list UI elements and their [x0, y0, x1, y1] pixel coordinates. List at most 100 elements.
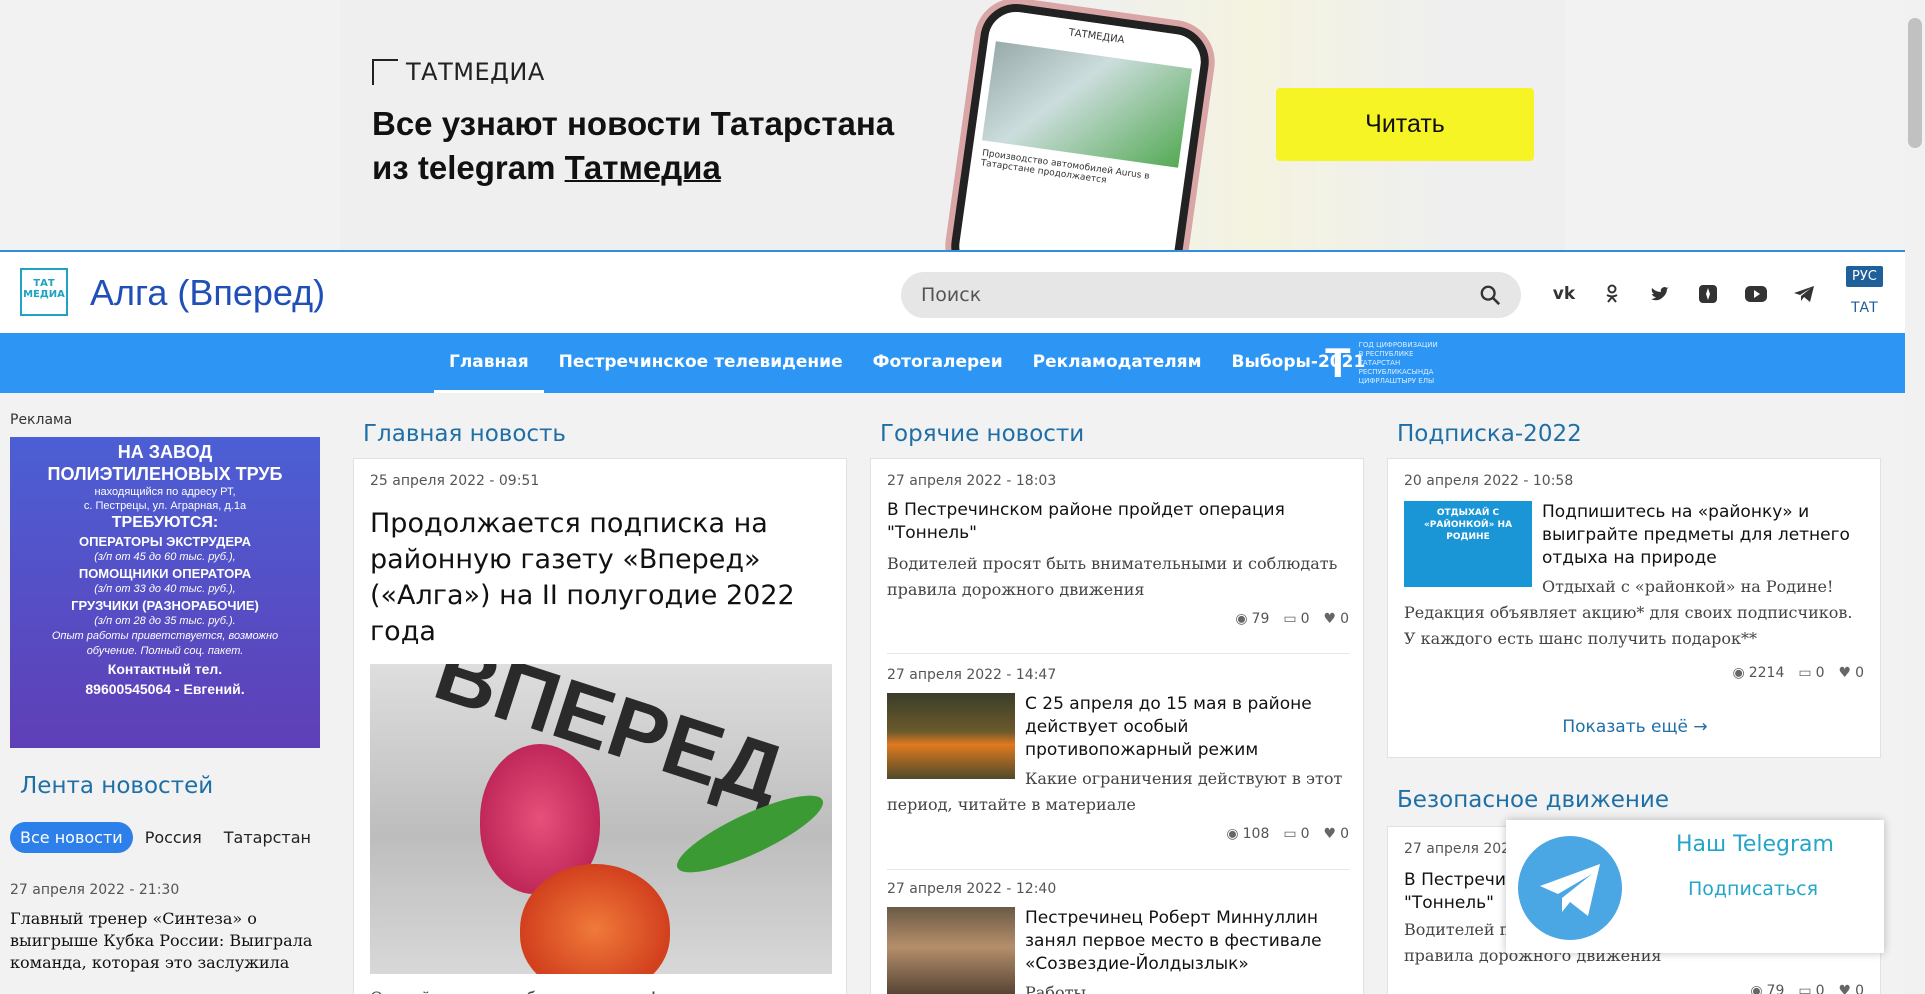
search-input[interactable]: [921, 284, 1479, 306]
read-button[interactable]: Читать: [1276, 88, 1534, 161]
show-more-button[interactable]: Показать ещё →: [1388, 717, 1880, 737]
telegram-icon[interactable]: [1792, 282, 1816, 306]
telegram-ad-banner[interactable]: ТАТМЕДИА Все узнают новости Татарстана и…: [340, 0, 1565, 250]
ad-line: (з/п от 45 до 60 тыс. руб.),: [94, 551, 236, 563]
badge-letter: T: [1325, 339, 1351, 386]
main-news-heading[interactable]: Главная новость: [363, 421, 566, 447]
ad-line: 89600545064 - Евгений.: [85, 681, 245, 697]
lang-tat-button[interactable]: ТАТ: [1851, 300, 1878, 316]
likes-count: 0: [1855, 665, 1864, 681]
likes-count: 0: [1340, 611, 1349, 627]
feed-item-title[interactable]: Главный тренер «Синтеза» о выигрыше Кубк…: [10, 908, 320, 974]
telegram-popup[interactable]: Наш Telegram Подписаться: [1506, 820, 1884, 953]
search-bar: [901, 272, 1521, 318]
telegram-popup-title: Наш Telegram: [1676, 832, 1834, 857]
ad-line: НА ЗАВОД: [117, 442, 213, 462]
hot-news-date: 27 апреля 2022 - 18:03: [887, 473, 1057, 489]
ad-line: (з/п от 28 до 35 тыс. руб.).: [94, 615, 236, 627]
social-links: vk: [1552, 282, 1816, 306]
list-item: ОТДЫХАЙ С «РАЙОНКОЙ» НА РОДИНЕ Подпишите…: [1404, 501, 1866, 652]
nav-item-advertisers[interactable]: Рекламодателям: [1018, 333, 1217, 393]
telegram-subscribe-button[interactable]: Подписаться: [1688, 878, 1818, 900]
ad-line: ПОЛИЭТИЛЕНОВЫХ ТРУБ: [47, 464, 283, 484]
news-feed-title[interactable]: Лента новостей: [20, 773, 213, 799]
subscription-heading[interactable]: Подписка-2022: [1397, 421, 1582, 447]
hot-news-stats: ◉ 108 ▭ 0 ♥ 0: [887, 826, 1349, 842]
award-thumbnail[interactable]: [887, 907, 1015, 994]
telegram-logo-icon: [1518, 836, 1622, 940]
eye-icon: ◉: [1226, 826, 1239, 842]
eye-icon: ◉: [1732, 665, 1745, 681]
heart-icon[interactable]: ♥: [1324, 826, 1337, 842]
heart-icon[interactable]: ♥: [1839, 983, 1852, 994]
scrollbar[interactable]: [1905, 0, 1925, 994]
list-item: 27 апреля 2022 - 12:40 Пестречинец Робер…: [887, 881, 1349, 994]
tab-all-news[interactable]: Все новости: [10, 822, 133, 853]
likes-count: 0: [1855, 983, 1864, 994]
job-ad[interactable]: НА ЗАВОД ПОЛИЭТИЛЕНОВЫХ ТРУБ находящийся…: [10, 437, 320, 748]
search-icon[interactable]: [1479, 284, 1501, 306]
hot-news-title[interactable]: В Пестречинском районе пройдет операция …: [887, 499, 1349, 545]
news-feed-tabs: Все новости Россия Татарстан: [10, 822, 321, 853]
site-header: ТАТ МЕДИА Алга (Вперед) vk РУС ТА: [0, 250, 1905, 333]
comments-count: 0: [1300, 826, 1310, 842]
twitter-icon[interactable]: [1648, 282, 1672, 306]
feed-item-date: 27 апреля 2022 - 21:30: [10, 882, 180, 898]
comments-count: 0: [1815, 983, 1825, 994]
banner-headline-link: Татмедиа: [564, 149, 721, 186]
nav-item-photo[interactable]: Фотогалереи: [858, 333, 1018, 393]
heart-icon[interactable]: ♥: [1839, 665, 1852, 681]
comment-icon: ▭: [1283, 611, 1297, 627]
site-title[interactable]: Алга (Вперед): [90, 272, 325, 314]
fire-thumbnail[interactable]: [887, 693, 1015, 779]
banner-brand: ТАТМЕДИА: [406, 58, 545, 86]
comment-icon: ▭: [1283, 826, 1297, 842]
safe-driving-heading[interactable]: Безопасное движение: [1397, 787, 1669, 813]
heart-icon[interactable]: ♥: [1324, 611, 1337, 627]
divider: [887, 653, 1349, 654]
odnoklassniki-icon[interactable]: [1600, 282, 1624, 306]
hot-news-heading[interactable]: Горячие новости: [880, 421, 1084, 447]
hot-news-stats: ◉ 79 ▭ 0 ♥ 0: [887, 611, 1349, 627]
yandex-zen-icon[interactable]: [1696, 282, 1720, 306]
comment-icon: ▭: [1798, 665, 1812, 681]
lang-ru-button[interactable]: РУС: [1846, 266, 1883, 287]
ad-line: Опыт работы приветствуется, возможно: [51, 630, 279, 642]
hot-news-lead: Водителей просят быть внимательными и со…: [887, 554, 1338, 599]
main-news-title[interactable]: Продолжается подписка на районную газету…: [370, 506, 830, 650]
ad-line: Контактный тел.: [107, 661, 223, 677]
nav-item-home[interactable]: Главная: [434, 333, 544, 393]
views-count: 79: [1251, 611, 1270, 627]
ad-line: (з/п от 33 до 40 тыс. руб.),: [94, 583, 236, 595]
arrow-right-icon: →: [1693, 717, 1708, 737]
newspaper-word: ВПЕРЕД: [424, 664, 794, 824]
tab-tatarstan[interactable]: Татарстан: [214, 822, 321, 853]
banner-headline-line1: Все узнают новости Татарстана: [372, 105, 895, 142]
digitalization-year-badge[interactable]: T ГОД ЦИФРОВИЗАЦИИ В РЕСПУБЛИКЕ ТАТАРСТА…: [1325, 339, 1439, 387]
banner-headline-prefix: из telegram: [372, 149, 565, 186]
eye-icon: ◉: [1235, 611, 1248, 627]
comments-count: 0: [1300, 611, 1310, 627]
views-count: 79: [1766, 983, 1785, 994]
scrollbar-thumb[interactable]: [1908, 18, 1922, 148]
main-news-card: 25 апреля 2022 - 09:51 Продолжается подп…: [353, 458, 847, 994]
subscription-thumbnail[interactable]: ОТДЫХАЙ С «РАЙОНКОЙ» НА РОДИНЕ: [1404, 501, 1532, 587]
hot-news-date: 27 апреля 2022 - 14:47: [887, 667, 1057, 683]
tatmedia-banner-logo: ТАТМЕДИА: [372, 58, 545, 86]
youtube-icon[interactable]: [1744, 282, 1768, 306]
ad-line: ТРЕБУЮТСЯ:: [111, 514, 219, 531]
list-item: 27 апреля 2022 - 18:03 В Пестречинском р…: [887, 473, 1349, 627]
divider: [887, 869, 1349, 870]
tatmedia-logo[interactable]: ТАТ МЕДИА: [20, 268, 68, 316]
nav-item-tv[interactable]: Пестречинское телевидение: [544, 333, 858, 393]
vk-icon[interactable]: vk: [1552, 282, 1576, 306]
main-news-caption: Отслейтесь очень бульте в траре!: [370, 985, 657, 994]
likes-count: 0: [1340, 826, 1349, 842]
tab-russia[interactable]: Россия: [135, 822, 212, 853]
main-nav: Главная Пестречинское телевидение Фотога…: [0, 333, 1905, 393]
main-news-image[interactable]: ВПЕРЕД: [370, 664, 832, 974]
phone-photo: [981, 41, 1192, 168]
subscription-card: 20 апреля 2022 - 10:58 ОТДЫХАЙ С «РАЙОНК…: [1387, 458, 1881, 758]
comments-count: 0: [1815, 665, 1825, 681]
subscription-stats: ◉ 2214 ▭ 0 ♥ 0: [1733, 665, 1865, 681]
